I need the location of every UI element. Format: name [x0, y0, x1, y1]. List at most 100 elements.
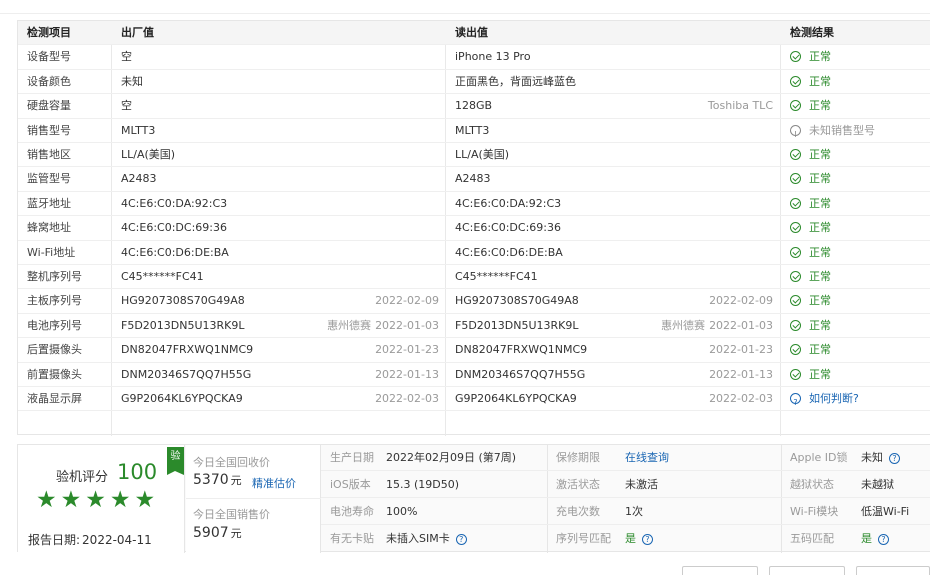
read-note: Toshiba TLC [707, 99, 773, 113]
read-value: DNM20346S7QQ7H55G 2022-01-13 [455, 363, 773, 387]
info-label: 激活状态 [556, 478, 600, 491]
read-date: 2022-02-03 [709, 392, 773, 405]
factory-value: 空 [121, 99, 132, 113]
help-icon[interactable]: ? [455, 534, 467, 545]
read-date: 2022-01-13 [709, 367, 773, 381]
verified-badge: 验 [167, 447, 184, 475]
factory-value: HG9207308S70G49A8 2022-02-09 [121, 289, 439, 313]
factory-value: C45******FC41 [121, 270, 204, 283]
report-date-label: 报告日期: [28, 533, 81, 547]
item-label: 设备颜色 [27, 74, 71, 88]
table-row: 设备型号 空 iPhone 13 Pro 正常 [18, 45, 930, 70]
read-value: G9P2064KL6YPQCKA9 2022-02-03 [455, 387, 773, 411]
item-label: 整机序列号 [27, 270, 82, 283]
info-row: iOS版本 15.3 (19D50) 激活状态 未激活 越狱状态 未越狱 [321, 472, 930, 498]
table-row: 蓝牙地址 4C:E6:C0:DA:92:C3 4C:E6:C0:DA:92:C3 正常 [18, 192, 930, 217]
result-value: 正常 [790, 70, 930, 94]
info-label: 有无卡贴 [330, 532, 374, 545]
table-row: 整机序列号 C45******FC41 C45******FC41 正常 [18, 265, 930, 290]
table-row: 硬盘容量 空 128GB Toshiba TLC 正常 [18, 94, 930, 119]
result-value: 正常 [790, 363, 930, 387]
sale-price-value: 5907 [193, 525, 229, 541]
device-info-grid: 生产日期 2022年02月09日 (第7周) 保修期限 在线查询 Apple ID锁 未知… [321, 445, 930, 553]
read-date: 2022-02-09 [709, 294, 773, 308]
read-value: 128GB Toshiba TLC [455, 94, 773, 118]
item-label: 硬盘容量 [27, 99, 71, 113]
estimate-link[interactable]: 精准估价 [252, 475, 296, 491]
read-value: C45******FC41 [455, 270, 538, 283]
item-label: Wi-Fi地址 [27, 245, 76, 259]
check-circle-icon [790, 295, 801, 307]
factory-value: DNM20346S7QQ7H55G 2022-01-13 [121, 363, 439, 387]
table-row: 前置摄像头 DNM20346S7QQ7H55G 2022-01-13 DNM20346… [18, 363, 930, 387]
report-date-value: 2022-04-11 [82, 533, 152, 547]
info-label: Wi-Fi模块 [790, 505, 839, 518]
item-label: 电池序列号 [27, 318, 82, 332]
table-row: 销售型号 MLTT3 MLTT3 未知销售型号 [18, 119, 930, 143]
table-row: 电池序列号 F5D2013DN5U13RK9L 惠州德赛 2022-01-03 F5D2… [18, 314, 930, 339]
check-circle-icon [790, 368, 801, 380]
factory-value: F5D2013DN5U13RK9L 惠州德赛 2022-01-03 [121, 314, 439, 338]
header-read: 读出值 [455, 26, 488, 39]
table-row: Wi-Fi地址 4C:E6:C0:D6:DE:BA 4C:E6:C0:D6:DE:B… [18, 241, 930, 265]
bottom-button[interactable] [682, 566, 758, 575]
help-icon[interactable]: ? [642, 534, 653, 545]
read-value: DN82047FRXWQ1NMC9 2022-01-23 [455, 338, 773, 362]
info-value: 是? [861, 526, 889, 552]
inspection-table: 检测项目 出厂值 读出值 检测结果 设备型号空 iPhone 13 Pro 正常 设备… [17, 20, 930, 436]
info-value: 未知? [861, 445, 900, 471]
help-icon[interactable]: ? [889, 453, 900, 464]
factory-value: 4C:E6:C0:DA:92:C3 [121, 196, 228, 210]
info-value: 是? [625, 526, 653, 552]
item-label: 后置摄像头 [27, 343, 82, 357]
info-value: 在线查询 [625, 445, 669, 471]
info-label: iOS版本 [330, 478, 371, 491]
result-value[interactable]: 如何判断? [790, 387, 930, 411]
read-location: 惠州德赛 [661, 318, 706, 332]
header-factory: 出厂值 [121, 26, 154, 39]
top-strip [0, 0, 930, 14]
bottom-button[interactable] [769, 566, 845, 575]
header-item: 检测项目 [27, 26, 71, 39]
factory-value: A2483 [121, 172, 157, 186]
result-value: 正常 [790, 192, 930, 216]
factory-date: 2022-01-23 [375, 343, 439, 357]
exclamation-circle-icon [790, 123, 801, 143]
warranty-query-link[interactable]: 在线查询 [625, 451, 669, 464]
factory-value: 未知 [121, 74, 143, 88]
question-circle-icon [790, 391, 801, 411]
report-date: 报告日期: 2022-04-11 [26, 531, 152, 548]
result-value: 正常 [790, 265, 930, 289]
info-value: 1次 [625, 505, 643, 518]
currency-unit: 元 [230, 474, 242, 487]
star-rating: ★★★★★ [36, 487, 160, 513]
factory-value: LL/A(美国) [121, 148, 176, 161]
price-divider [186, 498, 321, 499]
summary-panel: 验 验机评分 100 ★★★★★ 报告日期: 2022-04-11 今日全国回收价… [17, 444, 930, 553]
info-label: 电池寿命 [330, 505, 374, 518]
check-circle-icon [790, 149, 801, 160]
item-label: 前置摄像头 [27, 367, 82, 381]
factory-location: 惠州德赛 [327, 318, 372, 332]
check-circle-icon [790, 173, 801, 185]
read-value: 4C:E6:C0:DA:92:C3 [455, 196, 562, 210]
factory-date: 2022-02-03 [375, 392, 439, 405]
result-value: 正常 [790, 314, 930, 338]
read-value: HG9207308S70G49A8 2022-02-09 [455, 289, 773, 313]
result-value: 正常 [790, 241, 930, 265]
factory-value: MLTT3 [121, 123, 156, 137]
info-row: 有无卡贴 未插入SIM卡? 序列号匹配 是? 五码匹配 是? [321, 526, 930, 552]
check-circle-icon [790, 271, 801, 282]
info-value: 未激活 [625, 478, 658, 491]
info-label: 充电次数 [556, 505, 600, 518]
bottom-button[interactable] [856, 566, 930, 575]
help-icon[interactable]: ? [878, 534, 889, 545]
result-value: 正常 [790, 143, 930, 167]
table-row: 后置摄像头 DN82047FRXWQ1NMC9 2022-01-23 DN82047F… [18, 338, 930, 363]
item-label: 主板序列号 [27, 294, 82, 308]
info-label: 五码匹配 [790, 532, 834, 545]
sale-price-label: 今日全国销售价 [193, 508, 270, 521]
item-label: 销售型号 [27, 123, 71, 137]
item-label: 设备型号 [27, 50, 71, 64]
factory-date: 2022-02-09 [375, 294, 439, 308]
